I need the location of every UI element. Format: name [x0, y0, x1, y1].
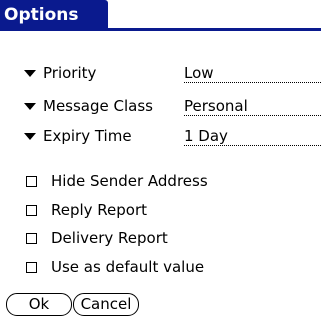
chevron-down-icon [24, 69, 36, 77]
reply-report-checkbox-row[interactable]: Reply Report [26, 199, 147, 221]
delivery-report-label: Delivery Report [51, 229, 168, 247]
hide-sender-address-checkbox-row[interactable]: Hide Sender Address [26, 170, 208, 192]
delivery-report-checkbox[interactable] [26, 232, 37, 244]
priority-trigger[interactable]: Priority [24, 62, 96, 84]
ok-button[interactable]: Ok [6, 293, 72, 316]
hide-sender-address-checkbox[interactable] [26, 175, 37, 187]
cancel-button[interactable]: Cancel [73, 293, 139, 316]
expiry-time-row: Expiry Time 1 Day [24, 125, 321, 147]
chevron-down-icon [24, 132, 36, 140]
chevron-down-icon [24, 102, 36, 110]
message-class-label: Message Class [43, 97, 153, 115]
message-class-row: Message Class Personal [24, 95, 321, 117]
delivery-report-checkbox-row[interactable]: Delivery Report [26, 227, 168, 249]
reply-report-checkbox[interactable] [26, 204, 37, 216]
priority-label: Priority [43, 64, 97, 82]
use-as-default-label: Use as default value [51, 258, 205, 276]
message-class-trigger[interactable]: Message Class [24, 95, 153, 117]
priority-row: Priority Low [24, 62, 321, 84]
dialog-title: Options [0, 0, 108, 30]
use-as-default-checkbox-row[interactable]: Use as default value [26, 256, 204, 278]
use-as-default-checkbox[interactable] [26, 261, 37, 273]
hide-sender-address-label: Hide Sender Address [51, 172, 208, 190]
expiry-time-label: Expiry Time [43, 127, 132, 145]
reply-report-label: Reply Report [51, 201, 148, 219]
expiry-time-value[interactable]: 1 Day [184, 125, 321, 146]
expiry-time-trigger[interactable]: Expiry Time [24, 125, 132, 147]
priority-value[interactable]: Low [184, 62, 321, 83]
message-class-value[interactable]: Personal [184, 95, 321, 116]
